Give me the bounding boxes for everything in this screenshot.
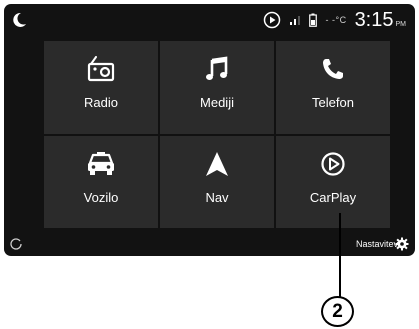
signal-icon	[290, 16, 301, 25]
head-unit-screen: - -°C 3:15 PM Radio Mediji Telefon Vozil…	[4, 4, 415, 256]
callout-number: 2	[332, 300, 343, 322]
tile-nav-label: Nav	[205, 189, 229, 205]
tile-radio-label: Radio	[84, 95, 118, 110]
radio-icon	[85, 55, 117, 83]
tile-phone[interactable]: Telefon	[276, 41, 390, 134]
car-icon	[85, 150, 117, 178]
settings-button[interactable]: Nastavitev	[356, 236, 409, 252]
moon-icon[interactable]	[13, 12, 27, 28]
status-indicators: - -°C 3:15 PM	[263, 8, 406, 32]
phone-icon	[317, 55, 349, 83]
app-grid: Radio Mediji Telefon Vozilo Nav CarPlay	[44, 41, 390, 228]
gear-icon	[395, 237, 409, 251]
clock-ampm: PM	[395, 20, 407, 28]
tile-carplay-label: CarPlay	[309, 189, 357, 205]
tile-radio[interactable]: Radio	[44, 41, 158, 134]
tile-media[interactable]: Mediji	[160, 41, 274, 134]
tile-media-label: Mediji	[200, 95, 234, 110]
play-source-icon	[264, 11, 281, 29]
settings-label: Nastavitev	[355, 239, 398, 249]
clock-time: 3:15	[354, 8, 394, 31]
battery-icon	[309, 13, 318, 27]
tile-nav[interactable]: Nav	[160, 135, 274, 228]
callout-leader-line	[339, 213, 341, 302]
navigation-arrow-icon	[201, 150, 233, 178]
tile-phone-label: Telefon	[312, 95, 354, 110]
music-note-icon	[201, 55, 233, 83]
status-bar: - -°C 3:15 PM	[4, 4, 415, 36]
tile-carplay[interactable]: CarPlay	[276, 135, 390, 228]
outside-temperature: - -°C	[325, 15, 347, 25]
tile-vehicle-label: Vozilo	[83, 189, 119, 205]
callout-marker: 2	[321, 296, 354, 327]
tile-vehicle[interactable]: Vozilo	[44, 135, 158, 228]
voice-assistant-icon[interactable]	[9, 237, 23, 251]
carplay-icon	[317, 150, 349, 178]
